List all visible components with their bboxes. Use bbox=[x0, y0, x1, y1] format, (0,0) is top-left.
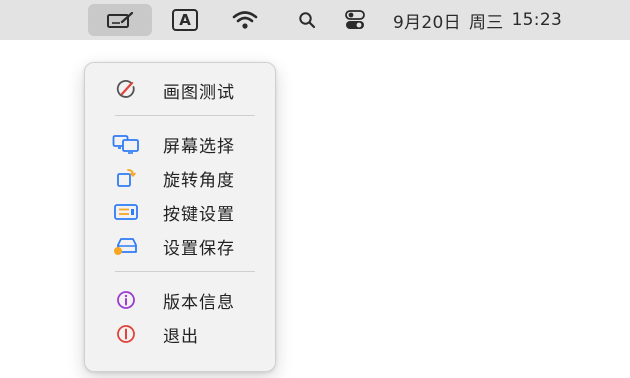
menu-item-label: 按键设置 bbox=[163, 204, 235, 225]
menu-item-label: 版本信息 bbox=[163, 292, 235, 313]
info-icon bbox=[111, 288, 141, 312]
input-source-label: A bbox=[172, 9, 198, 31]
quit-icon bbox=[111, 322, 141, 346]
input-source-indicator[interactable]: A bbox=[165, 0, 205, 40]
menu-separator bbox=[115, 271, 255, 272]
wifi-icon[interactable] bbox=[228, 0, 262, 40]
menu-item-drawing-test[interactable]: 画图测试 bbox=[91, 73, 269, 107]
menu-item-label: 画图测试 bbox=[163, 82, 235, 103]
menu-separator bbox=[115, 115, 255, 116]
menu-item-version-info[interactable]: 版本信息 bbox=[91, 283, 269, 317]
displays-icon bbox=[111, 132, 141, 156]
status-menu-dropdown: 画图测试 屏幕选择 旋转角度 按键设置 设置保存 版本信息 退出 bbox=[84, 62, 276, 372]
clock-time: 15:23 bbox=[511, 10, 563, 30]
spotlight-search-icon[interactable] bbox=[292, 0, 322, 40]
keyboard-icon bbox=[111, 200, 141, 224]
menu-item-quit[interactable]: 退出 bbox=[91, 317, 269, 351]
menu-item-label: 退出 bbox=[163, 326, 199, 347]
menu-bar: A 9月20日 周三 15:23 bbox=[0, 0, 630, 40]
menu-item-label: 设置保存 bbox=[163, 238, 235, 259]
rotate-icon bbox=[111, 166, 141, 190]
control-center-icon[interactable] bbox=[335, 0, 375, 40]
tablet-app-status-icon[interactable] bbox=[88, 4, 152, 36]
save-drive-icon bbox=[111, 234, 141, 258]
clock-date: 9月20日 bbox=[393, 12, 461, 33]
menu-item-save-settings[interactable]: 设置保存 bbox=[91, 229, 269, 263]
menu-item-rotation-angle[interactable]: 旋转角度 bbox=[91, 161, 269, 195]
menu-item-key-settings[interactable]: 按键设置 bbox=[91, 195, 269, 229]
menu-item-label: 旋转角度 bbox=[163, 170, 235, 191]
menu-bar-clock[interactable]: 9月20日 周三 15:23 bbox=[393, 0, 623, 40]
menu-item-label: 屏幕选择 bbox=[163, 136, 235, 157]
clock-weekday: 周三 bbox=[468, 12, 504, 33]
brush-gauge-icon bbox=[111, 78, 141, 102]
menu-item-screen-select[interactable]: 屏幕选择 bbox=[91, 127, 269, 161]
